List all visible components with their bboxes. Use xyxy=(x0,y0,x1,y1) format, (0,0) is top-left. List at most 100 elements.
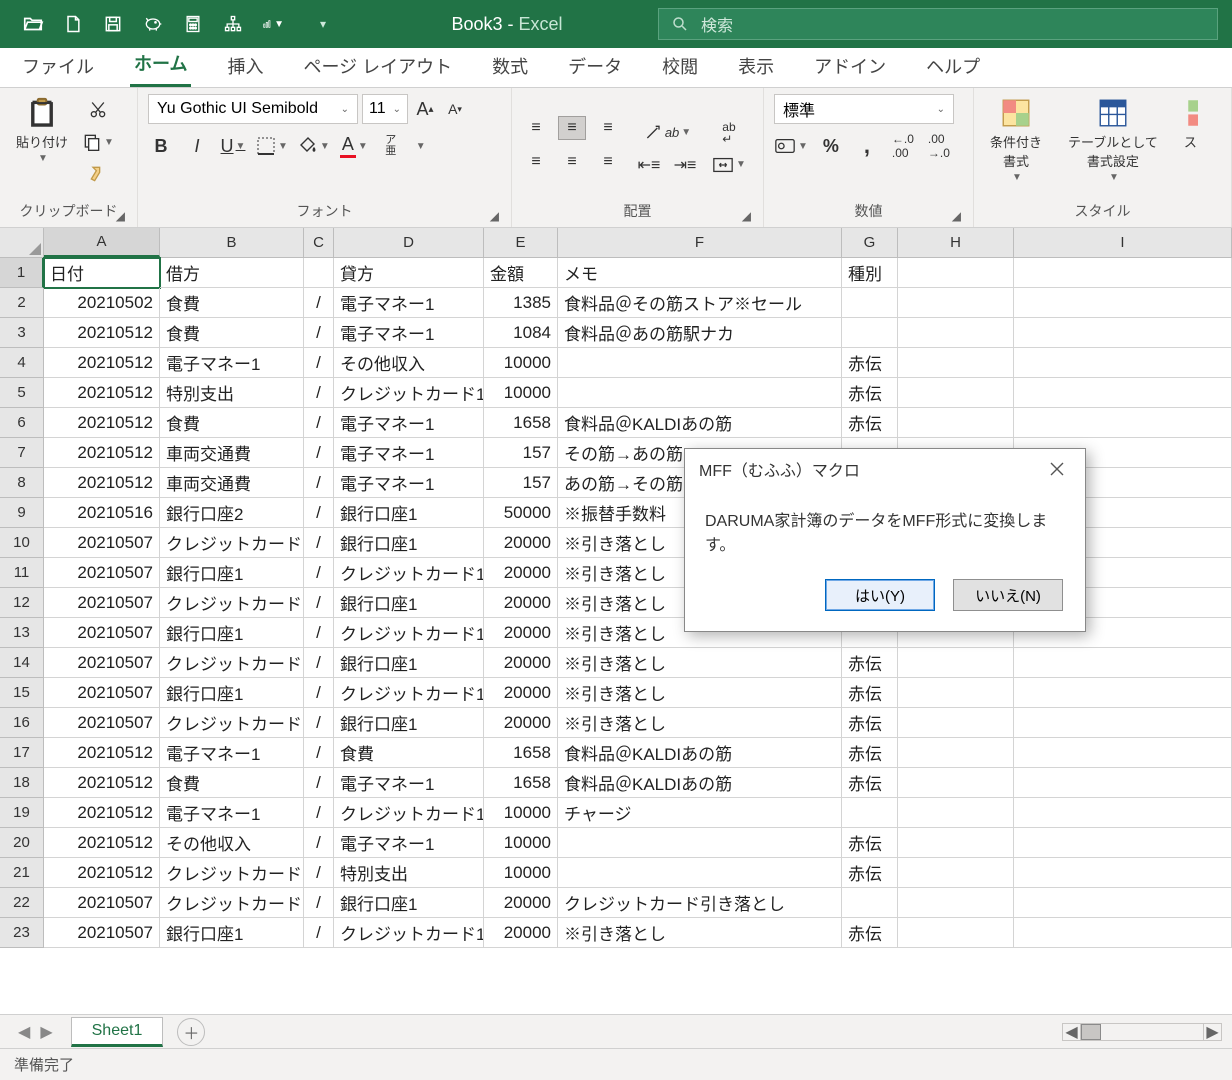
format-as-table-button[interactable]: テーブルとして 書式設定▼ xyxy=(1062,94,1164,185)
row-header[interactable]: 13 xyxy=(0,618,44,648)
cell[interactable] xyxy=(558,828,842,858)
borders-icon[interactable]: ▼ xyxy=(256,134,288,158)
dialog-no-button[interactable]: いいえ(N) xyxy=(953,579,1063,611)
cell[interactable]: 車両交通費 xyxy=(160,438,304,468)
cell[interactable]: 20000 xyxy=(484,678,558,708)
decrease-indent-icon[interactable]: ⇤≡ xyxy=(636,153,662,177)
col-header-G[interactable]: G xyxy=(842,228,898,257)
cell[interactable] xyxy=(898,318,1014,348)
cell[interactable]: 20210507 xyxy=(44,708,160,738)
cell[interactable]: 銀行口座1 xyxy=(334,588,484,618)
col-header-D[interactable]: D xyxy=(334,228,484,257)
cell[interactable] xyxy=(1014,348,1232,378)
cell[interactable]: 20000 xyxy=(484,588,558,618)
tab-insert[interactable]: 挿入 xyxy=(223,47,267,87)
cell[interactable]: / xyxy=(304,798,334,828)
cell[interactable]: 10000 xyxy=(484,378,558,408)
row-header[interactable]: 3 xyxy=(0,318,44,348)
cell[interactable]: 20210512 xyxy=(44,858,160,888)
cell[interactable]: その他収入 xyxy=(160,828,304,858)
cell[interactable]: 10000 xyxy=(484,828,558,858)
cell[interactable]: クレジットカード引き落とし xyxy=(558,888,842,918)
cell[interactable]: クレジットカード1 xyxy=(160,858,304,888)
row-header[interactable]: 22 xyxy=(0,888,44,918)
cell[interactable]: 銀行口座1 xyxy=(160,618,304,648)
cell[interactable] xyxy=(898,888,1014,918)
cell[interactable]: 赤伝 xyxy=(842,858,898,888)
cell[interactable]: / xyxy=(304,618,334,648)
cell[interactable]: 赤伝 xyxy=(842,708,898,738)
row-header[interactable]: 10 xyxy=(0,528,44,558)
cell[interactable]: / xyxy=(304,708,334,738)
cell[interactable]: 20000 xyxy=(484,528,558,558)
scroll-left-icon[interactable]: ◀ xyxy=(1063,1024,1081,1040)
cell[interactable]: 赤伝 xyxy=(842,918,898,948)
cell[interactable]: 食費 xyxy=(160,408,304,438)
row-header[interactable]: 16 xyxy=(0,708,44,738)
cell[interactable] xyxy=(898,798,1014,828)
row-header[interactable]: 8 xyxy=(0,468,44,498)
increase-font-icon[interactable]: A▴ xyxy=(412,97,438,121)
cell[interactable]: / xyxy=(304,288,334,318)
cell[interactable]: / xyxy=(304,888,334,918)
cell[interactable]: / xyxy=(304,438,334,468)
cell[interactable]: 1385 xyxy=(484,288,558,318)
tab-review[interactable]: 校閲 xyxy=(658,47,702,87)
cell[interactable] xyxy=(1014,378,1232,408)
cell[interactable]: / xyxy=(304,918,334,948)
cell[interactable]: 20210512 xyxy=(44,738,160,768)
merge-icon[interactable]: ▼ xyxy=(712,153,746,177)
cell[interactable]: 10000 xyxy=(484,798,558,828)
cell[interactable]: クレジットカード1 xyxy=(334,678,484,708)
save-icon[interactable] xyxy=(102,13,124,35)
cell[interactable]: 赤伝 xyxy=(842,648,898,678)
cell[interactable]: 20210516 xyxy=(44,498,160,528)
cell[interactable]: 食料品＠その筋ストア※セール xyxy=(558,288,842,318)
cell[interactable]: 20210507 xyxy=(44,618,160,648)
cell[interactable] xyxy=(898,288,1014,318)
cell[interactable]: 銀行口座1 xyxy=(334,498,484,528)
cell[interactable] xyxy=(898,918,1014,948)
cell[interactable]: 借方 xyxy=(160,258,304,288)
cell[interactable] xyxy=(1014,858,1232,888)
cell[interactable] xyxy=(898,708,1014,738)
cell[interactable]: クレジットカード1 xyxy=(160,588,304,618)
piggy-icon[interactable] xyxy=(142,13,164,35)
cell[interactable]: 20210512 xyxy=(44,318,160,348)
cell[interactable]: 20210507 xyxy=(44,528,160,558)
row-header[interactable]: 7 xyxy=(0,438,44,468)
cell[interactable]: 電子マネー1 xyxy=(334,288,484,318)
cell[interactable]: クレジットカード1 xyxy=(160,708,304,738)
cell[interactable]: 電子マネー1 xyxy=(160,798,304,828)
cell[interactable]: 銀行口座1 xyxy=(160,678,304,708)
number-launcher-icon[interactable]: ◢ xyxy=(952,209,961,223)
cell[interactable]: クレジットカード1 xyxy=(334,378,484,408)
row-header[interactable]: 12 xyxy=(0,588,44,618)
cell[interactable]: クレジットカード1 xyxy=(160,888,304,918)
italic-icon[interactable]: I xyxy=(184,134,210,158)
cell[interactable]: / xyxy=(304,378,334,408)
cell[interactable]: 銀行口座1 xyxy=(334,528,484,558)
cell[interactable] xyxy=(842,318,898,348)
cell[interactable]: その他収入 xyxy=(334,348,484,378)
cell[interactable]: 食費 xyxy=(160,768,304,798)
cell[interactable]: 10000 xyxy=(484,858,558,888)
cell[interactable]: クレジットカード1 xyxy=(334,618,484,648)
cell[interactable]: 銀行口座1 xyxy=(334,708,484,738)
cell[interactable]: 食費 xyxy=(160,318,304,348)
col-header-B[interactable]: B xyxy=(160,228,304,257)
tab-view[interactable]: 表示 xyxy=(734,47,778,87)
cell[interactable]: / xyxy=(304,828,334,858)
cell[interactable]: 20000 xyxy=(484,648,558,678)
cell[interactable]: クレジットカード1 xyxy=(160,528,304,558)
cell[interactable] xyxy=(1014,708,1232,738)
tab-help[interactable]: ヘルプ xyxy=(922,47,984,87)
orientation-icon[interactable]: ab▼ xyxy=(636,121,698,145)
cell[interactable]: / xyxy=(304,408,334,438)
cell[interactable]: ※引き落とし xyxy=(558,708,842,738)
cell[interactable]: / xyxy=(304,498,334,528)
cell[interactable]: クレジットカード1 xyxy=(160,648,304,678)
cell[interactable]: 20210512 xyxy=(44,408,160,438)
cut-icon[interactable] xyxy=(82,98,114,122)
underline-icon[interactable]: U▼ xyxy=(220,134,246,158)
